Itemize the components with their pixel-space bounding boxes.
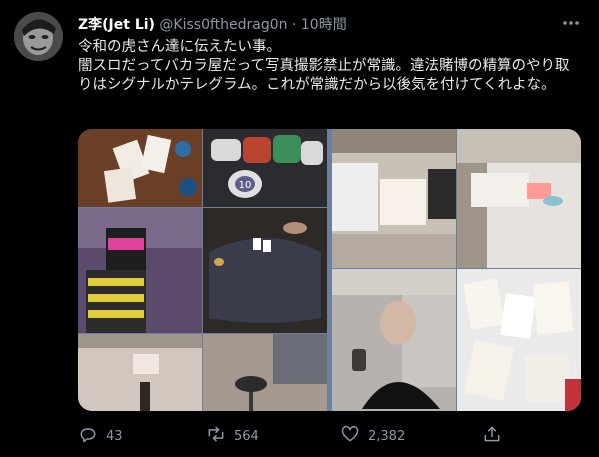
reply-count: 43 <box>106 428 123 444</box>
man-selfie-photo[interactable] <box>332 269 456 411</box>
retweet-button[interactable]: 564 <box>206 424 259 448</box>
poker-cards-table-photo[interactable] <box>78 129 202 207</box>
share-button[interactable] <box>482 424 502 448</box>
playing-cards-closeup-photo[interactable] <box>457 269 581 411</box>
media-grid[interactable]: 10 <box>78 129 581 411</box>
chip-stack-photo[interactable] <box>78 208 202 333</box>
author-handle[interactable]: @Kiss0fthedrag0n <box>159 17 287 33</box>
poker-table-photo[interactable] <box>203 208 327 333</box>
chip-label: 10 <box>239 180 252 191</box>
retweet-count: 564 <box>234 428 259 444</box>
like-count: 2,382 <box>368 428 406 444</box>
share-icon[interactable] <box>482 424 502 448</box>
reply-icon[interactable] <box>78 424 98 448</box>
tweet-actions: 43 564 2,382 <box>78 424 548 448</box>
room-interior-photo[interactable] <box>78 334 202 411</box>
retweet-icon[interactable] <box>206 424 226 448</box>
tweet-text: 令和の虎さん達に伝えたい事。 闇スロだってバカラ屋だって写真撮影禁止が常識。違法… <box>78 38 583 95</box>
card-game-table-photo[interactable] <box>457 129 581 268</box>
avatar[interactable] <box>14 12 63 61</box>
author-name[interactable]: Z李(Jet Li) <box>78 17 155 33</box>
time-separator: · <box>291 17 297 33</box>
poker-chips-photo[interactable]: 10 <box>203 129 327 207</box>
tweet-text-line: 闇スロだってバカラ屋だって写真撮影禁止が常識。違法賭博の精算のやり取りはシグナル… <box>78 58 570 93</box>
more-icon[interactable] <box>559 12 583 34</box>
tweet-time[interactable]: 10時間 <box>301 17 347 33</box>
cash-counting-photo[interactable] <box>332 129 456 268</box>
like-button[interactable]: 2,382 <box>340 424 405 448</box>
tweet-header: Z李(Jet Li) @Kiss0fthedrag0n · 10時間 <box>78 16 347 34</box>
like-icon[interactable] <box>340 424 360 448</box>
room-chairs-photo[interactable] <box>203 334 327 411</box>
tweet-text-line: 令和の虎さん達に伝えたい事。 <box>78 39 281 55</box>
reply-button[interactable]: 43 <box>78 424 123 448</box>
